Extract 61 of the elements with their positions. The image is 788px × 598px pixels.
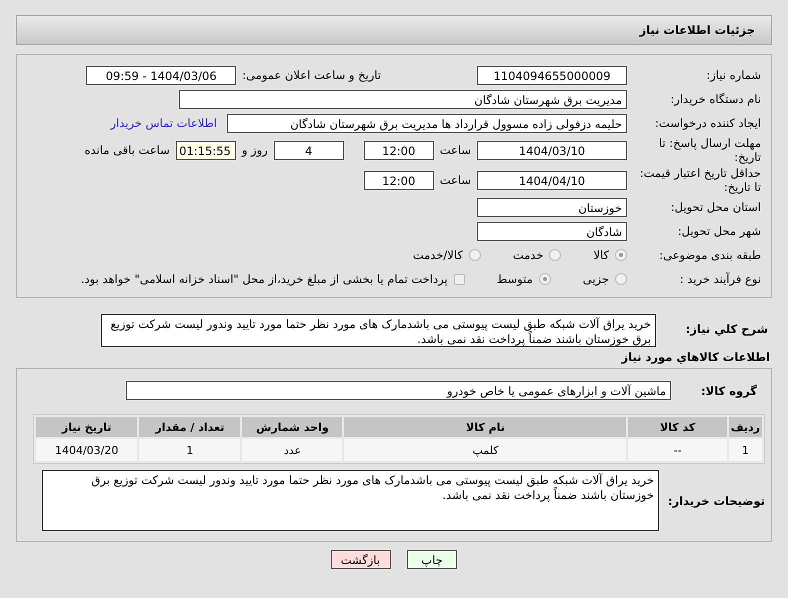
radio-button[interactable] [538, 273, 551, 285]
table-cell: 1 [728, 439, 762, 461]
radio-button[interactable] [615, 273, 627, 285]
description-field: خرید یراق آلات شبکه طبق لیست پیوستی می باشدمارک های مورد نظر حتما مورد تایید وندور لیست شرکت توزیع برق خوزستان باشند ضمناً پرداخت نقد نمی باشد. [101, 314, 656, 347]
time-label: ساعت [440, 143, 471, 157]
radio-button[interactable] [468, 249, 481, 261]
province-field: خوزستان [477, 198, 627, 216]
field-label: نوع فرآیند خرید : [678, 272, 762, 286]
radio-label: کالا/خدمت [412, 248, 463, 262]
remaining-time-field: 01:15:55 [176, 140, 236, 160]
page-title: جزئیات اطلاعات نیاز [639, 23, 755, 37]
print-button[interactable]: چاپ [407, 550, 457, 569]
days-field: 4 [274, 140, 344, 160]
radio-label: خدمت [512, 248, 544, 262]
field-label: نام دستگاه خریدار: [669, 92, 762, 106]
field-label: گروه کالا: [701, 384, 758, 398]
radio-label: کالا [593, 248, 609, 262]
checkbox-label: پرداخت تمام یا بخشی از مبلغ خرید،از محل "اسناد خزانه اسلامی" خواهد بود. [80, 272, 448, 286]
field-label: مهلت ارسال پاسخ: تا تاریخ: [658, 136, 762, 164]
remaining-label: ساعت باقی مانده [84, 143, 170, 157]
column-header: واحد شمارش [242, 417, 342, 437]
column-header: تعداد / مقدار [139, 417, 240, 437]
field-label: تاریخ و ساعت اعلان عمومی: [242, 68, 381, 82]
field-label: شهر محل تحویل: [676, 224, 762, 238]
column-header: نام کالا [344, 417, 626, 437]
field-label: شماره نیاز: [705, 68, 762, 82]
field-label: طبقه بندی موضوعی: [658, 248, 762, 262]
buyer-notes-field: خرید یراق آلات شبکه طبق لیست پیوستی می باشدمارک های مورد نظر حتما مورد تایید وندور لیست شرکت توزیع برق خوزستان باشند ضمناً پرداخت نقد نمی باشد. [42, 470, 659, 531]
radio-button[interactable] [615, 249, 627, 261]
radio-button[interactable] [549, 249, 562, 261]
buyer-org-field: مدیریت برق شهرستان شادگان [179, 90, 627, 108]
date-field: 1404/04/10 [477, 170, 627, 190]
column-header: کد کالا [628, 417, 727, 437]
checkbox[interactable] [454, 274, 465, 284]
field-label: توضیحات خریدار: [666, 493, 766, 508]
table-cell: -- [628, 439, 727, 461]
need-number-field: 1104094655000009 [477, 66, 627, 84]
contact-link[interactable]: اطلاعات تماس خریدار [110, 116, 217, 130]
requester-field: حلیمه دزفولی زاده مسوول قرارداد ها مدیریت برق شهرستان شادگان [227, 114, 627, 132]
column-header: ردیف [728, 417, 762, 437]
goods-group-field: ماشین آلات و ابزارهای عمومی یا خاص خودرو [126, 381, 672, 400]
back-button[interactable]: بازگشت [331, 550, 391, 569]
announce-date-field: 1404/03/06 - 09:59 [86, 66, 236, 84]
column-header: تاریخ نیاز [36, 417, 138, 437]
time-field: 12:00 [364, 170, 434, 190]
field-label: شرح کلي نیاز: [684, 321, 769, 336]
table-cell: 1 [139, 439, 240, 461]
field-label: حداقل تاریخ اعتبار قیمت: تا تاریخ: [638, 166, 762, 194]
field-label: ایجاد کننده درخواست: [654, 116, 762, 130]
field-label: استان محل تحویل: [670, 200, 762, 214]
table-cell: کلمپ [344, 439, 626, 461]
radio-label: متوسط [496, 272, 533, 286]
section-title: اطلاعات کالاهاي مورد نیاز [620, 350, 771, 364]
time-field: 12:00 [364, 140, 434, 160]
time-label: ساعت [440, 173, 471, 187]
city-field: شادگان [477, 222, 627, 240]
days-label: روز و [242, 143, 268, 157]
table-cell: عدد [242, 439, 342, 461]
table-cell: 1404/03/20 [36, 439, 138, 461]
radio-label: جزیی [582, 272, 609, 286]
date-field: 1404/03/10 [477, 140, 627, 160]
